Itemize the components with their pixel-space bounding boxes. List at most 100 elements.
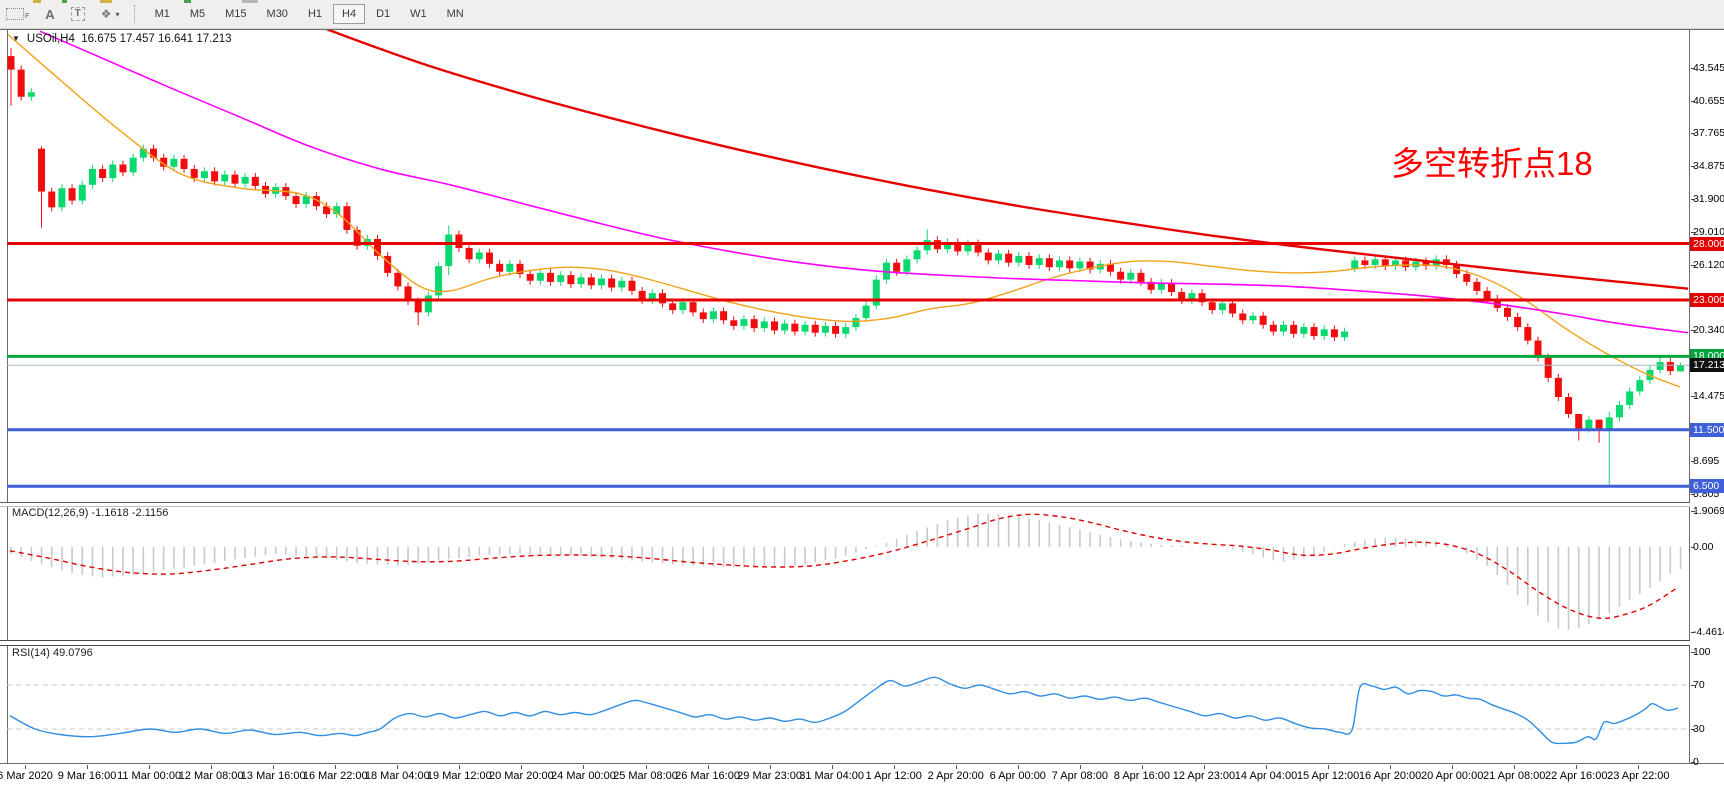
candle-body — [79, 185, 86, 201]
time-tick — [459, 765, 460, 769]
time-axis-label: 14 Apr 04:00 — [1235, 770, 1297, 782]
axis-tick — [1691, 133, 1695, 134]
candle-body — [791, 324, 798, 332]
time-axis-label: 16 Apr 20:00 — [1359, 770, 1421, 782]
axis-tick — [1691, 762, 1695, 763]
text-box-icon[interactable]: T — [71, 7, 85, 21]
axis-tick — [1691, 461, 1695, 462]
candle-body — [221, 175, 228, 182]
axis-tick — [1691, 685, 1695, 686]
time-tick — [1390, 765, 1391, 769]
candle-body — [109, 164, 116, 178]
time-axis-label: 7 Apr 08:00 — [1052, 770, 1108, 782]
candle-body — [618, 281, 625, 288]
main-chart-pane[interactable] — [7, 30, 1689, 502]
macd-pane[interactable] — [7, 505, 1689, 640]
marker-grid-icon[interactable]: F — [6, 8, 29, 20]
timeframe-button-m30[interactable]: M30 — [258, 4, 297, 24]
time-tick — [273, 765, 274, 769]
timeframe-button-m5[interactable]: M5 — [181, 4, 214, 24]
time-tick — [1266, 765, 1267, 769]
time-axis-label: 2 Apr 20:00 — [928, 770, 984, 782]
rsi-pane[interactable] — [7, 644, 1689, 763]
candle-body — [1657, 362, 1664, 370]
candle-body — [476, 253, 483, 260]
candle-body — [781, 324, 788, 331]
candle-body — [1351, 260, 1358, 268]
time-tick — [397, 765, 398, 769]
rsi-label: RSI(14) 49.0796 — [12, 647, 93, 659]
chevron-down-icon: ▾ — [116, 10, 120, 19]
candle-body — [1463, 274, 1470, 282]
candle-body — [598, 279, 605, 286]
candle-body — [1076, 262, 1083, 269]
candle-body — [1300, 327, 1307, 334]
time-tick — [149, 765, 150, 769]
time-tick — [1142, 765, 1143, 769]
candle-body — [893, 263, 900, 272]
timeframe-button-m15[interactable]: M15 — [216, 4, 255, 24]
timeframe-button-h1[interactable]: H1 — [299, 4, 331, 24]
shapes-icon[interactable]: ❖ ▾ — [101, 7, 120, 21]
price-axis[interactable]: 43.54540.65537.76534.87531.90029.01026.1… — [1690, 30, 1724, 763]
timeframe-button-w1[interactable]: W1 — [401, 4, 436, 24]
marker-grid-label: F — [25, 13, 29, 20]
candle-body — [1321, 329, 1328, 336]
macd-axis-label: 0.00 — [1693, 541, 1713, 554]
candle-body — [751, 319, 758, 328]
price-scale-label: 14.475 — [1693, 390, 1724, 403]
text-a-icon[interactable]: A — [45, 7, 54, 22]
candle-body — [69, 188, 76, 200]
time-tick — [1328, 765, 1329, 769]
time-axis-label: 16 Mar 22:00 — [303, 770, 368, 782]
candle-body — [1056, 260, 1063, 267]
timeframe-button-d1[interactable]: D1 — [367, 4, 399, 24]
candle-body — [1626, 391, 1633, 405]
candle-body — [211, 171, 218, 181]
time-tick — [894, 765, 895, 769]
candle-body — [822, 326, 829, 333]
time-axis-label: 19 Mar 12:00 — [427, 770, 492, 782]
time-tick — [1514, 765, 1515, 769]
toolbar-grip[interactable] — [134, 5, 136, 23]
candle-body — [995, 254, 1002, 261]
macd-axis-label: -4.4614 — [1693, 626, 1724, 639]
timeframe-button-mn[interactable]: MN — [438, 4, 473, 24]
candle-body — [1290, 325, 1297, 334]
price-scale-label: 31.900 — [1693, 193, 1724, 206]
candle-body — [496, 264, 503, 272]
candle-body — [425, 295, 432, 312]
rsi-axis-label: 30 — [1693, 723, 1705, 736]
candle-body — [394, 273, 401, 287]
candle-body — [679, 302, 686, 310]
rsi-axis-label: 100 — [1693, 646, 1711, 659]
candle-body — [201, 171, 208, 178]
time-tick — [25, 765, 26, 769]
candle-body — [700, 312, 707, 319]
time-axis[interactable]: 6 Mar 20209 Mar 16:0011 Mar 00:0012 Mar … — [0, 765, 1690, 792]
ohlc-values: 16.675 17.457 16.641 17.213 — [81, 33, 231, 45]
time-tick — [708, 765, 709, 769]
candle-body — [710, 311, 717, 319]
candle-body — [985, 253, 992, 261]
candle-body — [1361, 260, 1368, 265]
axis-tick — [1691, 265, 1695, 266]
price-scale-label: 37.765 — [1693, 127, 1724, 140]
candle-body — [669, 303, 676, 310]
candle-body — [58, 188, 65, 207]
price-scale-label: 34.875 — [1693, 160, 1724, 173]
candle-body — [130, 158, 137, 173]
time-axis-label: 23 Apr 22:00 — [1607, 770, 1669, 782]
candle-body — [1514, 317, 1521, 327]
candle-body — [1249, 316, 1256, 321]
symbol-menu-icon[interactable]: ▼ — [12, 34, 20, 43]
timeframe-button-h4[interactable]: H4 — [333, 4, 365, 24]
axis-tick — [1691, 652, 1695, 653]
candle-body — [89, 169, 96, 185]
candle-body — [1168, 283, 1175, 292]
timeframe-button-m1[interactable]: M1 — [146, 4, 179, 24]
candle-body — [1504, 308, 1511, 317]
candle-body — [903, 259, 910, 271]
cut-icon-sliver — [184, 0, 191, 3]
candle-body — [1555, 378, 1562, 397]
